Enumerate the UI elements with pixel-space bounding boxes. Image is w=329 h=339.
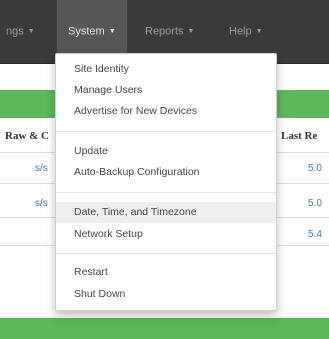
nav-settings-label: ngs — [6, 25, 24, 38]
menu-item-shut-down[interactable]: Shut Down — [56, 284, 276, 305]
system-dropdown-menu: Site Identity Manage Users Advertise for… — [55, 53, 277, 311]
panel-footer-bar — [0, 318, 329, 339]
chevron-down-icon: ▼ — [187, 28, 195, 35]
chevron-down-icon: ▼ — [255, 28, 263, 35]
menu-divider — [56, 253, 276, 254]
menu-divider — [56, 131, 276, 132]
menu-item-auto-backup[interactable]: Auto-Backup Configuration — [56, 162, 276, 183]
menu-item-network-setup[interactable]: Network Setup — [56, 224, 276, 245]
menu-item-date-time[interactable]: Date, Time, and Timezone — [56, 202, 276, 223]
table-cell-link[interactable]: 5.0 — [308, 198, 322, 209]
column-header-last: Last Re — [281, 130, 318, 142]
nav-system-label: System — [68, 25, 105, 38]
table-cell-link[interactable]: s/s — [35, 163, 48, 174]
menu-item-restart[interactable]: Restart — [56, 262, 276, 283]
menu-divider — [56, 192, 276, 193]
column-header-raw: Raw & C — [5, 130, 49, 142]
table-cell-link[interactable]: 5.4 — [308, 229, 322, 240]
menu-item-update[interactable]: Update — [56, 141, 276, 162]
chevron-down-icon: ▼ — [27, 28, 35, 35]
nav-reports-label: Reports — [145, 25, 184, 38]
table-cell-link[interactable]: s/s — [35, 198, 48, 209]
menu-item-site-identity[interactable]: Site Identity — [56, 59, 276, 80]
table-cell-link[interactable]: 5.0 — [308, 163, 322, 174]
menu-item-advertise-devices[interactable]: Advertise for New Devices — [56, 101, 276, 122]
nav-help-label: Help — [229, 25, 252, 38]
menu-item-manage-users[interactable]: Manage Users — [56, 80, 276, 101]
chevron-down-icon: ▼ — [108, 28, 116, 35]
nav-settings-menu[interactable]: ngs ▼ — [6, 0, 35, 63]
